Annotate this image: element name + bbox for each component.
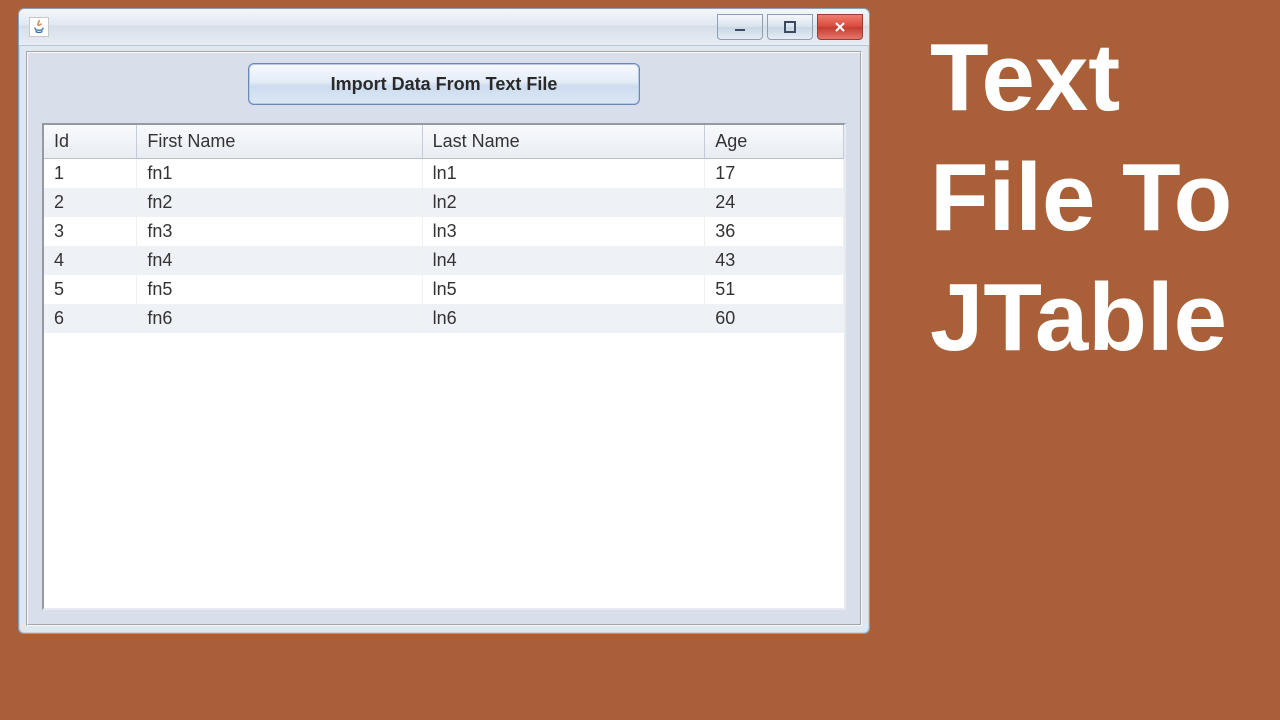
cell-id[interactable]: 6 (44, 304, 137, 333)
side-caption-line2: File To (930, 138, 1232, 258)
client-area: Import Data From Text File Id First Name… (26, 51, 862, 626)
cell-last[interactable]: ln5 (422, 275, 705, 304)
close-button[interactable] (817, 14, 863, 40)
import-button[interactable]: Import Data From Text File (248, 63, 640, 105)
header-last[interactable]: Last Name (422, 125, 705, 159)
cell-age[interactable]: 24 (705, 188, 844, 217)
cell-last[interactable]: ln1 (422, 159, 705, 189)
cell-first[interactable]: fn4 (137, 246, 422, 275)
table-row[interactable]: 2 fn2 ln2 24 (44, 188, 844, 217)
table-row[interactable]: 5 fn5 ln5 51 (44, 275, 844, 304)
cell-first[interactable]: fn2 (137, 188, 422, 217)
cell-id[interactable]: 2 (44, 188, 137, 217)
table-header-row: Id First Name Last Name Age (44, 125, 844, 159)
cell-id[interactable]: 5 (44, 275, 137, 304)
data-table[interactable]: Id First Name Last Name Age 1 fn1 ln1 17 (44, 125, 844, 333)
maximize-button[interactable] (767, 14, 813, 40)
cell-id[interactable]: 1 (44, 159, 137, 189)
cell-first[interactable]: fn6 (137, 304, 422, 333)
cell-last[interactable]: ln2 (422, 188, 705, 217)
side-caption-line1: Text (930, 18, 1232, 138)
side-caption-line3: JTable (930, 258, 1232, 378)
cell-age[interactable]: 60 (705, 304, 844, 333)
import-button-label: Import Data From Text File (331, 74, 558, 95)
cell-age[interactable]: 43 (705, 246, 844, 275)
cell-age[interactable]: 51 (705, 275, 844, 304)
table-row[interactable]: 1 fn1 ln1 17 (44, 159, 844, 189)
cell-age[interactable]: 36 (705, 217, 844, 246)
side-caption: Text File To JTable (930, 18, 1232, 378)
table-row[interactable]: 3 fn3 ln3 36 (44, 217, 844, 246)
cell-first[interactable]: fn3 (137, 217, 422, 246)
cell-last[interactable]: ln3 (422, 217, 705, 246)
data-table-container: Id First Name Last Name Age 1 fn1 ln1 17 (42, 123, 846, 610)
minimize-button[interactable] (717, 14, 763, 40)
cell-last[interactable]: ln6 (422, 304, 705, 333)
cell-first[interactable]: fn1 (137, 159, 422, 189)
titlebar[interactable] (19, 9, 869, 46)
cell-first[interactable]: fn5 (137, 275, 422, 304)
cell-last[interactable]: ln4 (422, 246, 705, 275)
java-icon (29, 17, 49, 37)
cell-age[interactable]: 17 (705, 159, 844, 189)
header-id[interactable]: Id (44, 125, 137, 159)
cell-id[interactable]: 4 (44, 246, 137, 275)
header-first[interactable]: First Name (137, 125, 422, 159)
table-row[interactable]: 4 fn4 ln4 43 (44, 246, 844, 275)
table-row[interactable]: 6 fn6 ln6 60 (44, 304, 844, 333)
cell-id[interactable]: 3 (44, 217, 137, 246)
app-window: Import Data From Text File Id First Name… (18, 8, 870, 634)
header-age[interactable]: Age (705, 125, 844, 159)
